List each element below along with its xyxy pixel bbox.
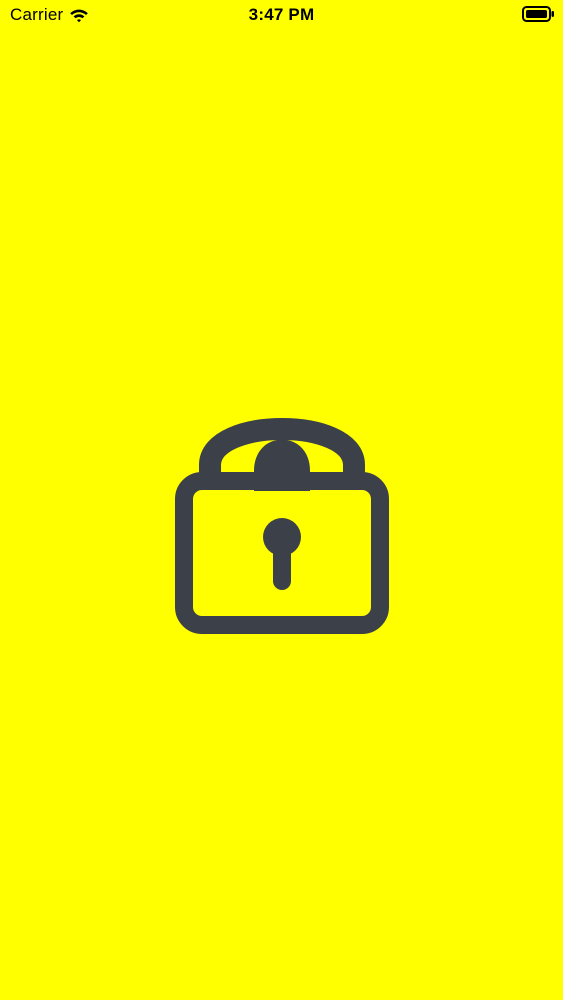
lock-illustration — [172, 395, 392, 640]
app-screen: Carrier 3:47 PM — [0, 0, 563, 1000]
status-time: 3:47 PM — [248, 5, 315, 24]
lock-icon — [175, 418, 389, 634]
status-bar: Carrier 3:47 PM — [0, 0, 563, 30]
battery-icon — [522, 6, 554, 22]
